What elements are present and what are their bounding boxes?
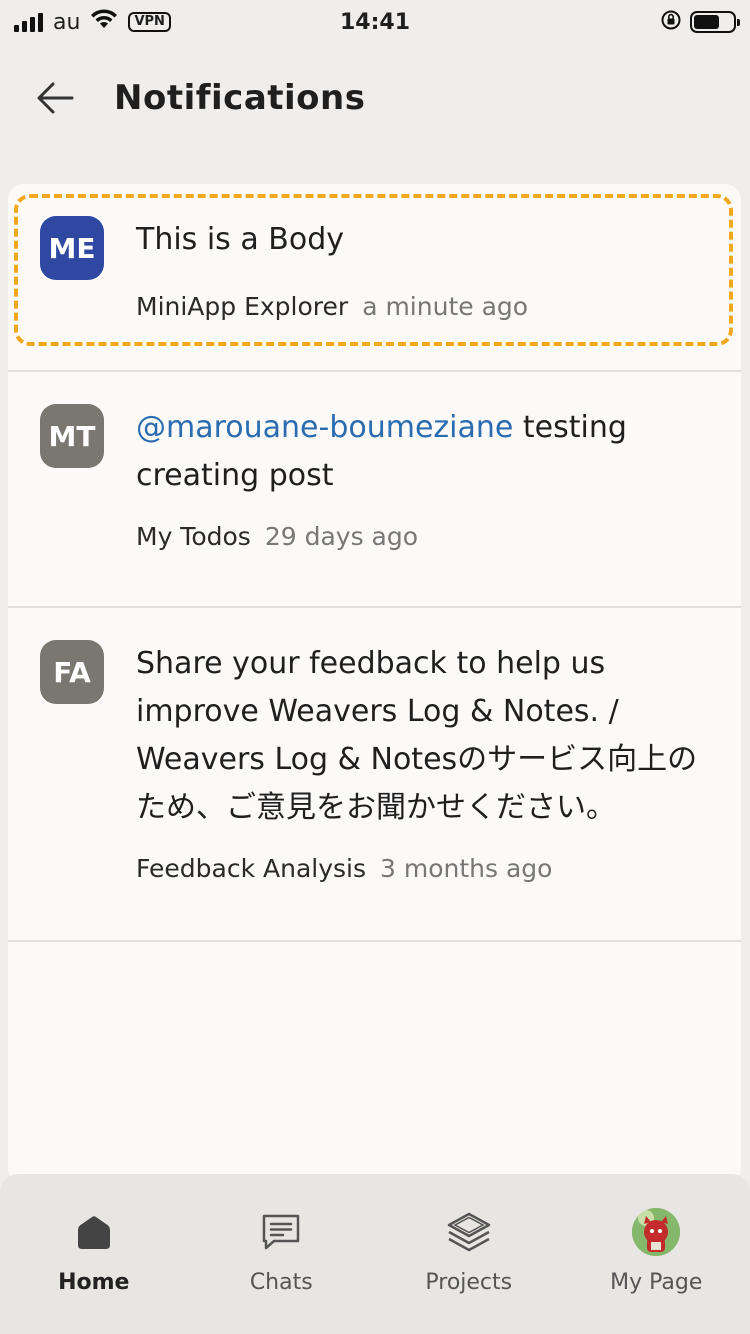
header: Notifications <box>0 60 750 136</box>
notification-mention[interactable]: @marouane-boumeziane <box>136 410 513 445</box>
notification-content: Share your feedback to help us improve W… <box>136 640 711 940</box>
notification-meta: My Todos 29 days ago <box>136 522 711 551</box>
notification-avatar: FA <box>40 640 104 704</box>
back-button[interactable] <box>20 62 92 134</box>
notification-content: @marouane-boumeziane testing creating po… <box>136 404 711 606</box>
notification-body: This is a Body <box>136 216 711 264</box>
tab-chats-label: Chats <box>249 1270 313 1295</box>
profile-avatar <box>632 1208 681 1256</box>
status-left: au VPN <box>14 8 171 36</box>
notification-body: Share your feedback to help us improve W… <box>136 640 711 832</box>
notification-content: This is a Body MiniApp Explorer a minute … <box>136 216 711 370</box>
arrow-left-icon <box>37 82 74 114</box>
notification-list: ME This is a Body MiniApp Explorer a minu… <box>8 184 741 1184</box>
tab-home-label: Home <box>58 1270 130 1295</box>
notification-time: a minute ago <box>362 292 529 321</box>
notification-time: 3 months ago <box>380 854 553 883</box>
layers-icon <box>445 1208 493 1256</box>
page-title: Notifications <box>114 78 366 118</box>
vpn-badge: VPN <box>128 12 171 32</box>
notification-source: MiniApp Explorer <box>136 292 349 321</box>
status-right <box>660 9 740 35</box>
tab-my-page-label: My Page <box>610 1270 703 1295</box>
notification-meta: Feedback Analysis 3 months ago <box>136 854 711 883</box>
notification-meta: MiniApp Explorer a minute ago <box>136 292 711 321</box>
battery-icon <box>690 11 740 33</box>
notification-source: Feedback Analysis <box>136 854 367 883</box>
rotation-lock-icon <box>660 9 682 35</box>
tab-projects[interactable]: Projects <box>375 1174 563 1334</box>
home-icon <box>70 1208 118 1256</box>
tab-projects-label: Projects <box>425 1270 513 1295</box>
notification-source: My Todos <box>136 522 251 551</box>
status-bar: au VPN 14:41 <box>0 0 750 44</box>
notification-avatar: ME <box>40 216 104 280</box>
tab-home[interactable]: Home <box>0 1174 188 1334</box>
battery-fill <box>694 15 719 29</box>
notification-text: Share your feedback to help us improve W… <box>136 646 698 825</box>
tab-bar: Home Chats Projects My Page <box>0 1174 750 1334</box>
avatar <box>632 1208 681 1256</box>
notification-avatar: MT <box>40 404 104 468</box>
tab-my-page[interactable]: My Page <box>563 1174 750 1334</box>
tab-chats[interactable]: Chats <box>188 1174 376 1334</box>
cellular-signal-icon <box>14 12 43 32</box>
wifi-icon <box>90 8 118 36</box>
notification-text: This is a Body <box>136 222 344 257</box>
notification-time: 29 days ago <box>264 522 419 551</box>
notification-item[interactable]: ME This is a Body MiniApp Explorer a minu… <box>8 184 741 372</box>
notification-item[interactable]: FA Share your feedback to help us improv… <box>8 608 741 942</box>
carrier-label: au <box>53 9 81 35</box>
notification-body: @marouane-boumeziane testing creating po… <box>136 404 711 500</box>
chat-icon <box>257 1208 305 1256</box>
notification-item[interactable]: MT @marouane-boumeziane testing creating… <box>8 372 741 608</box>
